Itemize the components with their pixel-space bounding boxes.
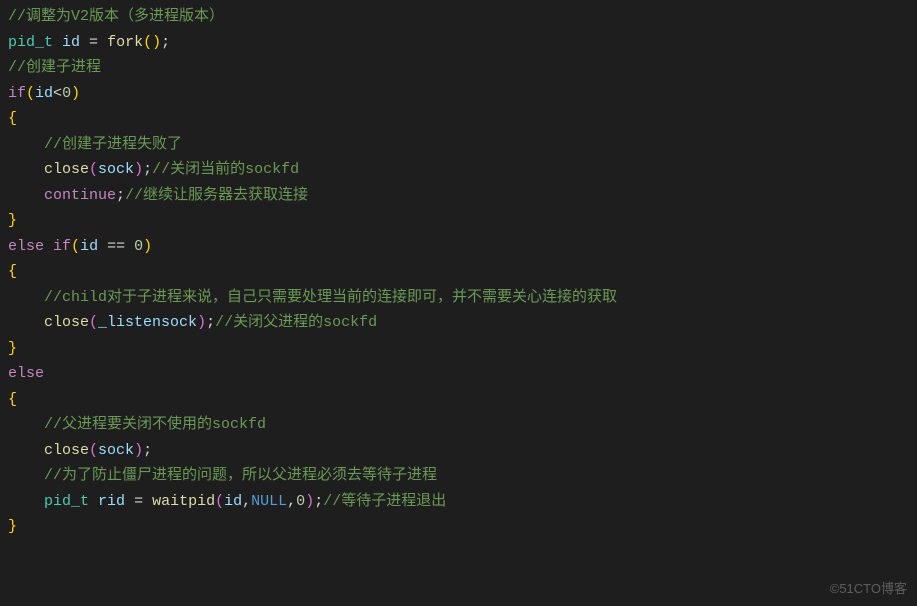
open-paren: ( [215,493,224,510]
keyword-if: if [8,85,26,102]
comment: //为了防止僵尸进程的问题，所以父进程必须去等待子进程 [44,467,437,484]
operator: == [98,238,134,255]
close-paren: ) [152,34,161,51]
function-call: close [44,161,89,178]
keyword-else: else [8,238,44,255]
close-brace: } [8,518,17,535]
comment: //父进程要关闭不使用的sockfd [44,416,266,433]
open-brace: { [8,391,17,408]
close-paren: ) [197,314,206,331]
open-paren: ( [89,442,98,459]
comma: , [242,493,251,510]
comment: //关闭父进程的sockfd [215,314,377,331]
keyword-if: if [53,238,71,255]
keyword-continue: continue [44,187,116,204]
comment: //创建子进程 [8,59,101,76]
semicolon: ; [143,161,152,178]
semicolon: ; [143,442,152,459]
comment: //等待子进程退出 [323,493,446,510]
semicolon: ; [161,34,170,51]
comment: //调整为V2版本（多进程版本） [8,8,224,25]
function-call: close [44,314,89,331]
comment: //关闭当前的sockfd [152,161,299,178]
number: 0 [134,238,143,255]
close-paren: ) [71,85,80,102]
semicolon: ; [314,493,323,510]
semicolon: ; [116,187,125,204]
close-paren: ) [134,161,143,178]
variable: id [224,493,242,510]
variable: sock [98,442,134,459]
operator: < [53,85,62,102]
operator: = [80,34,107,51]
open-paren: ( [89,161,98,178]
variable: _listensock [98,314,197,331]
close-paren: ) [134,442,143,459]
variable: id [62,34,80,51]
function-call: waitpid [152,493,215,510]
close-paren: ) [143,238,152,255]
open-brace: { [8,110,17,127]
watermark-text: ©51CTO博客 [830,578,907,600]
operator: = [125,493,152,510]
open-paren: ( [26,85,35,102]
close-brace: } [8,340,17,357]
variable: sock [98,161,134,178]
comment: //继续让服务器去获取连接 [125,187,308,204]
function-call: fork [107,34,143,51]
open-paren: ( [71,238,80,255]
close-paren: ) [305,493,314,510]
type-keyword: pid_t [8,34,53,51]
semicolon: ; [206,314,215,331]
variable: id [35,85,53,102]
comment: //child对于子进程来说，自己只需要处理当前的连接即可，并不需要关心连接的获… [44,289,617,306]
variable: id [80,238,98,255]
type-keyword: pid_t [44,493,89,510]
open-paren: ( [89,314,98,331]
open-brace: { [8,263,17,280]
open-paren: ( [143,34,152,51]
comment: //创建子进程失败了 [44,136,182,153]
code-editor[interactable]: //调整为V2版本（多进程版本） pid_t id = fork(); //创建… [0,0,917,544]
close-brace: } [8,212,17,229]
variable: rid [98,493,125,510]
keyword-else: else [8,365,44,382]
number: 0 [62,85,71,102]
function-call: close [44,442,89,459]
number: 0 [296,493,305,510]
comma: , [287,493,296,510]
constant: NULL [251,493,287,510]
